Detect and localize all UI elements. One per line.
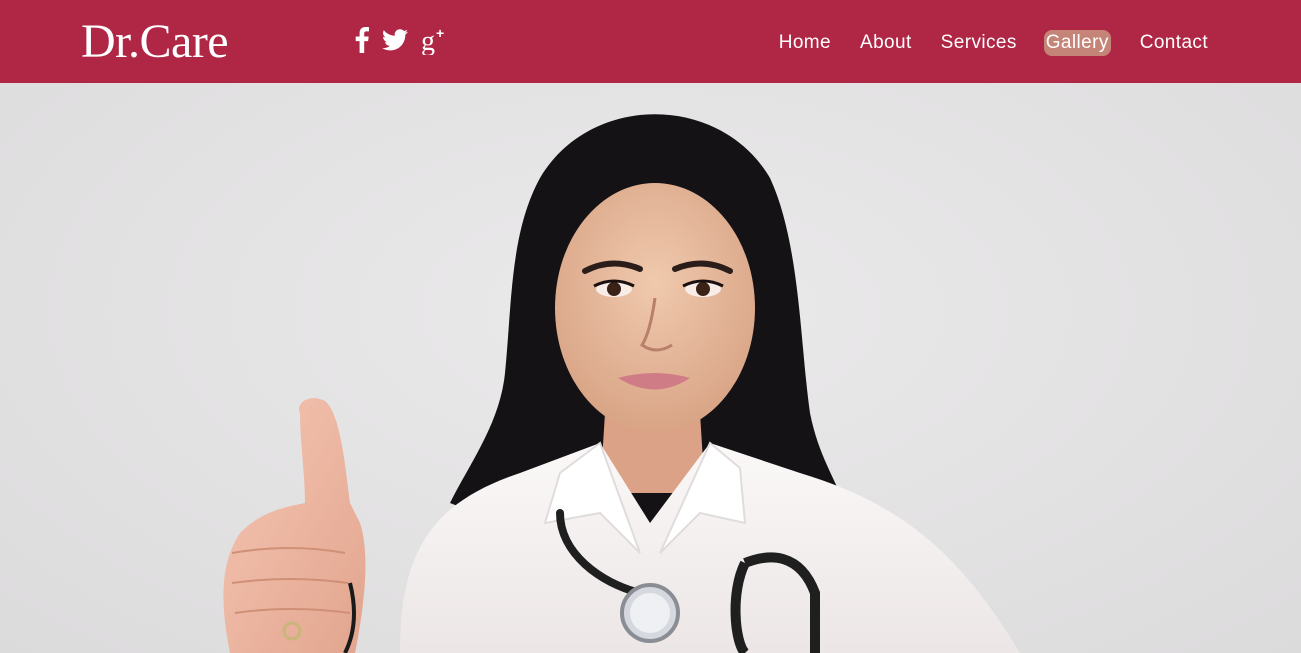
thumbs-up-hand (223, 398, 366, 653)
hero-image (0, 83, 1301, 653)
face-shape (555, 183, 755, 433)
main-nav: Home About Services Gallery Contact (750, 30, 1208, 56)
nav-about[interactable]: About (860, 30, 912, 56)
facebook-icon (355, 27, 369, 53)
doctor-photo (223, 114, 1020, 653)
nav-services[interactable]: Services (941, 30, 1017, 56)
social-links: g + (355, 24, 462, 56)
facebook-link[interactable] (355, 24, 369, 56)
nav-gallery[interactable]: Gallery (1043, 30, 1111, 56)
twitter-link[interactable] (382, 24, 408, 56)
google-plus-link[interactable]: g + (421, 24, 449, 56)
twitter-icon (382, 29, 408, 51)
google-plus-icon: g + (421, 25, 444, 55)
site-header: Dr.Care g + Home About Services Gallery … (0, 0, 1301, 83)
svg-text:+: + (436, 25, 444, 41)
nav-contact[interactable]: Contact (1140, 30, 1208, 56)
nav-home[interactable]: Home (779, 30, 831, 56)
brand-logo-link[interactable]: Dr.Care (81, 14, 229, 70)
svg-text:g: g (421, 26, 435, 55)
